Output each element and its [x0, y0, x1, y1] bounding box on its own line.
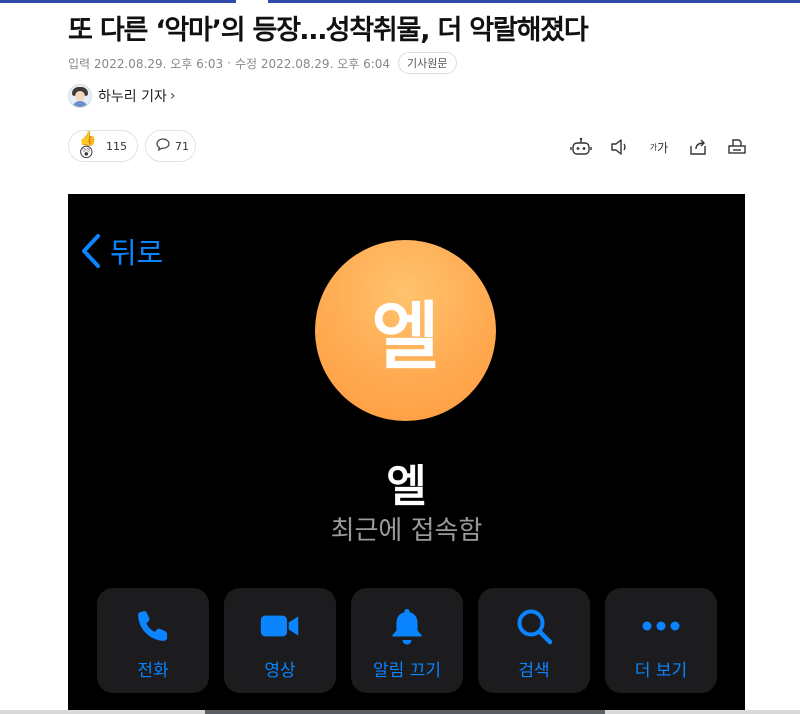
comment-button[interactable]: 71: [145, 130, 196, 162]
back-button: 뒤로: [80, 230, 163, 272]
print-icon[interactable]: [726, 136, 748, 158]
phone-icon: [133, 606, 173, 646]
video-action: 영상: [224, 588, 336, 693]
share-icon[interactable]: [687, 136, 709, 158]
font-size-icon[interactable]: 가가: [648, 136, 670, 158]
input-time: 2022.08.29. 오후 6:03: [93, 56, 224, 71]
bottom-scroll-strip: [0, 710, 800, 714]
back-label: 뒤로: [110, 236, 164, 270]
bell-icon: [387, 606, 427, 646]
chevron-left-icon: [82, 234, 100, 268]
call-action: 전화: [97, 588, 209, 693]
reaction-button[interactable]: 👍😲 115: [68, 130, 138, 162]
robot-icon[interactable]: [570, 136, 592, 158]
meta-separator: ·: [227, 56, 231, 70]
more-icon: [641, 606, 681, 646]
original-article-button[interactable]: 기사원문: [398, 52, 457, 74]
comment-count: 71: [175, 139, 189, 153]
speaker-icon[interactable]: [609, 136, 631, 158]
article-toolbar: 가가: [553, 136, 748, 158]
edit-label: 수정: [234, 56, 258, 71]
reaction-emoji-icon: 👍😲: [79, 131, 97, 161]
article-headline: 또 다른 ‘악마’의 등장…성착취물, 더 악랄해졌다: [68, 15, 589, 46]
embedded-chat-screenshot: 뒤로 엘 엘 최근에 접속함 전화 영상 알림 끄기 검색 더 보기: [68, 194, 745, 714]
contact-name: 엘: [386, 461, 427, 512]
video-icon: [260, 606, 300, 646]
comment-icon: [156, 138, 170, 154]
edit-time: 2022.08.29. 오후 6:04: [260, 56, 391, 71]
chevron-right-icon: ›: [169, 88, 176, 104]
article-meta: 입력 2022.08.29. 오후 6:03 · 수정 2022.08.29. …: [68, 52, 457, 74]
contact-actions: 전화 영상 알림 끄기 검색 더 보기: [97, 588, 717, 693]
mute-action: 알림 끄기: [351, 588, 463, 693]
reaction-count: 115: [106, 139, 127, 153]
top-bar-marker: [236, 0, 268, 3]
search-action: 검색: [478, 588, 590, 693]
author-link[interactable]: 하누리 기자 ›: [68, 84, 175, 108]
top-accent-bar: [0, 0, 800, 3]
input-label: 입력: [68, 56, 91, 71]
author-avatar: [68, 84, 92, 108]
contact-avatar: 엘: [315, 240, 496, 421]
contact-status: 최근에 접속함: [330, 516, 483, 546]
search-icon: [514, 606, 554, 646]
author-name: 하누리 기자: [98, 89, 167, 105]
more-action: 더 보기: [605, 588, 717, 693]
